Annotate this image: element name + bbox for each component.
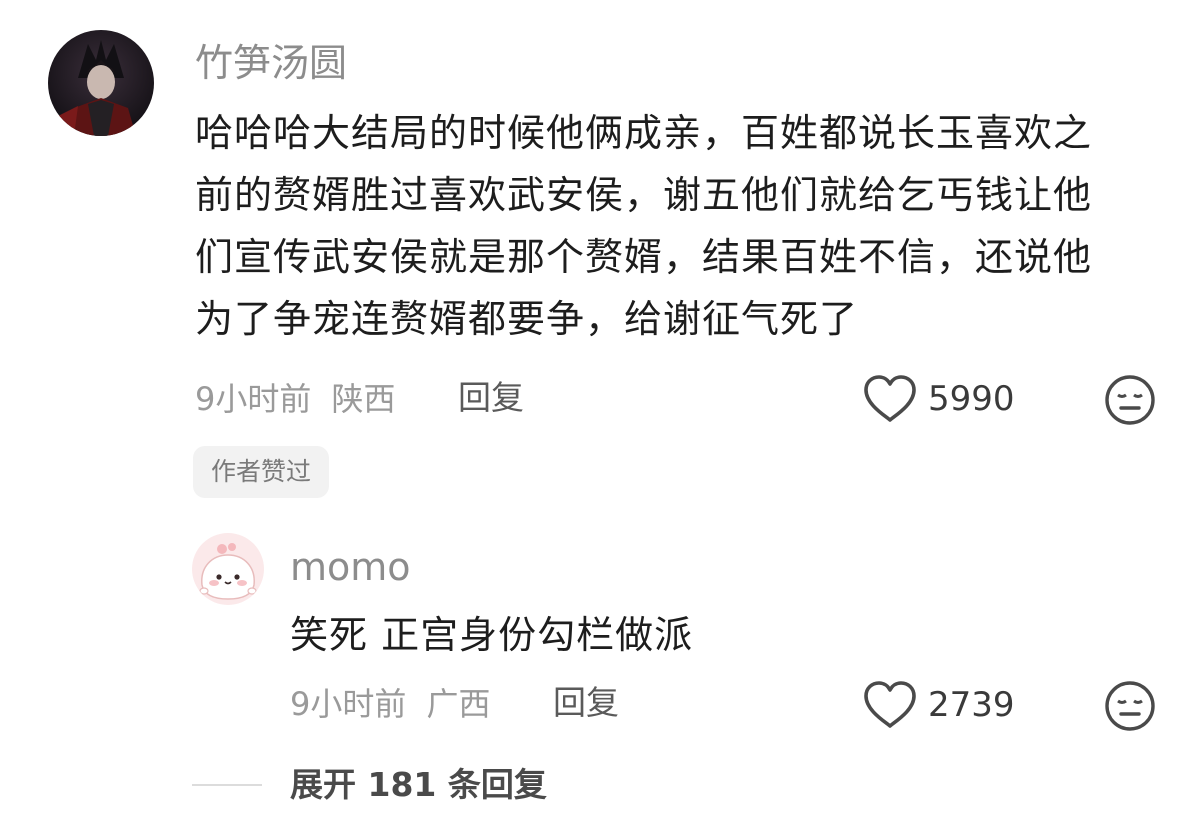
- expand-divider: [192, 784, 262, 786]
- reply-meta: 9小时前 广西: [290, 688, 491, 720]
- comment-text-line: 哈哈哈大结局的时候他俩成亲，百姓都说长玉喜欢之: [195, 111, 1093, 155]
- comment-time: 9小时前: [195, 380, 312, 418]
- comment-username[interactable]: 竹笋汤圆: [195, 44, 347, 82]
- comment-like-count: 5990: [928, 379, 1015, 419]
- avatar[interactable]: [48, 30, 154, 136]
- comment-location: 陕西: [331, 380, 396, 418]
- reply-reply-button[interactable]: 回复: [553, 686, 619, 719]
- reply-like-button[interactable]: 2739: [862, 680, 1015, 730]
- reply-location: 广西: [426, 685, 491, 723]
- comment-text: 哈哈哈大结局的时候他俩成亲，百姓都说长玉喜欢之 前的赘婿胜过喜欢武安侯，谢五他们…: [195, 102, 1175, 350]
- comment-text-line: 为了争宠连赘婿都要争，给谢征气死了: [195, 297, 859, 341]
- expand-replies-button[interactable]: 展开 181 条回复: [290, 768, 547, 801]
- meh-face-icon: [1104, 680, 1156, 732]
- pink-dumpling-avatar: [192, 533, 264, 605]
- comment-like-button[interactable]: 5990: [862, 374, 1015, 424]
- author-liked-badge: 作者赞过: [193, 446, 330, 498]
- comment-reaction-button[interactable]: [1104, 374, 1156, 426]
- avatar-image: [48, 30, 154, 136]
- comment-meta: 9小时前 陕西: [195, 383, 396, 415]
- heart-outline-icon: [862, 680, 918, 730]
- reply-reaction-button[interactable]: [1104, 680, 1156, 732]
- comment-reply-button[interactable]: 回复: [458, 381, 524, 414]
- reply-time: 9小时前: [290, 685, 407, 723]
- reply-avatar[interactable]: [192, 533, 264, 605]
- reply-text: 笑死 正宫身份勾栏做派: [290, 613, 694, 657]
- reply-like-count: 2739: [928, 685, 1015, 725]
- reply-username[interactable]: momo: [290, 548, 411, 586]
- comment-text-line: 前的赘婿胜过喜欢武安侯，谢五他们就给乞丐钱让他: [195, 173, 1093, 217]
- meh-face-icon: [1104, 374, 1156, 426]
- comment-text-line: 们宣传武安侯就是那个赘婿，结果百姓不信，还说他: [195, 235, 1093, 279]
- heart-outline-icon: [862, 374, 918, 424]
